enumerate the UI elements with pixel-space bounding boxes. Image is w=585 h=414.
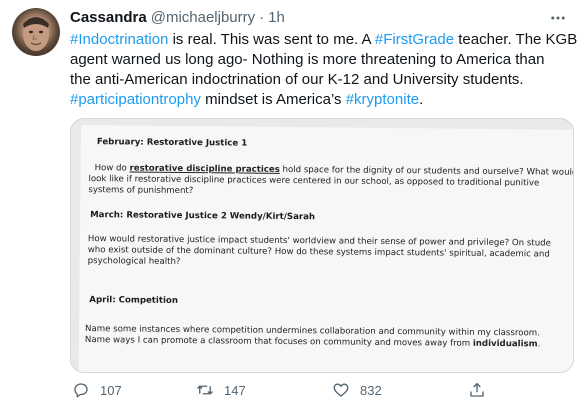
feb-line-3: systems of punishment? — [88, 185, 194, 197]
retweet-count: 147 — [224, 382, 246, 398]
tweet-text-segment: mindset is America’s — [200, 91, 346, 108]
avatar[interactable] — [12, 8, 60, 56]
tweet-text-segment: teacher. The KGB — [454, 31, 578, 48]
tweet-image[interactable]: February: Restorative Justice 1 How do r… — [70, 118, 574, 373]
tweet-text-line: agent warned us long ago- Nothing is mor… — [70, 50, 575, 70]
tweet-text-line: #Indoctrination is real. This was sent t… — [70, 30, 578, 50]
author-name[interactable]: Cassandra — [70, 9, 147, 26]
mar-line-3: psychological health? — [87, 256, 181, 267]
retweet-icon — [197, 385, 213, 395]
reply-icon — [74, 383, 88, 398]
like-button[interactable]: 832 — [332, 378, 382, 402]
tweet-text: #Indoctrination is real. This was sent t… — [70, 30, 578, 110]
more-options-button[interactable] — [545, 6, 571, 30]
like-icon — [333, 383, 349, 397]
hashtag-link[interactable]: #participationtrophy — [70, 91, 201, 108]
tweet-text-segment: is real. This was sent to me. A — [168, 31, 375, 48]
hashtag-link[interactable]: #Indoctrination — [70, 31, 168, 48]
retweet-button[interactable]: 147 — [196, 378, 246, 402]
apr-heading: April: Competition — [89, 295, 179, 306]
hashtag-link[interactable]: #FirstGrade — [375, 31, 454, 48]
tweet-text-segment: the anti-American indoctrination of our … — [70, 71, 524, 88]
tweet-timestamp[interactable]: 1h — [268, 9, 285, 26]
feb-heading: February: Restorative Justice 1 — [96, 137, 248, 149]
mar-heading: March: Restorative Justice 2 Wendy/Kirt/… — [90, 210, 316, 223]
share-button[interactable] — [468, 378, 486, 402]
separator-dot: · — [259, 9, 265, 26]
tweet[interactable]: Cassandra @michaeljburry · 1h #Indoctrin… — [0, 0, 585, 414]
share-icon — [470, 382, 484, 397]
hashtag-link[interactable]: #kryptonite — [346, 91, 419, 108]
reply-count: 107 — [100, 382, 122, 398]
tweet-text-line: #participationtrophy mindset is America’… — [70, 90, 575, 110]
reply-button[interactable]: 107 — [72, 378, 122, 402]
document-photo: February: Restorative Justice 1 How do r… — [78, 125, 573, 372]
tweet-text-segment: . — [419, 91, 424, 108]
avatar-face-icon — [23, 17, 49, 51]
more-icon — [551, 16, 565, 20]
tweet-header: Cassandra @michaeljburry · 1h — [70, 9, 285, 29]
like-count: 832 — [360, 382, 382, 398]
tweet-text-line: the anti-American indoctrination of our … — [70, 70, 575, 90]
tweet-text-segment: agent warned us long ago- Nothing is mor… — [70, 51, 545, 68]
author-handle[interactable]: @michaeljburry — [151, 9, 255, 26]
tweet-actions: 107 147 832 — [70, 378, 575, 402]
